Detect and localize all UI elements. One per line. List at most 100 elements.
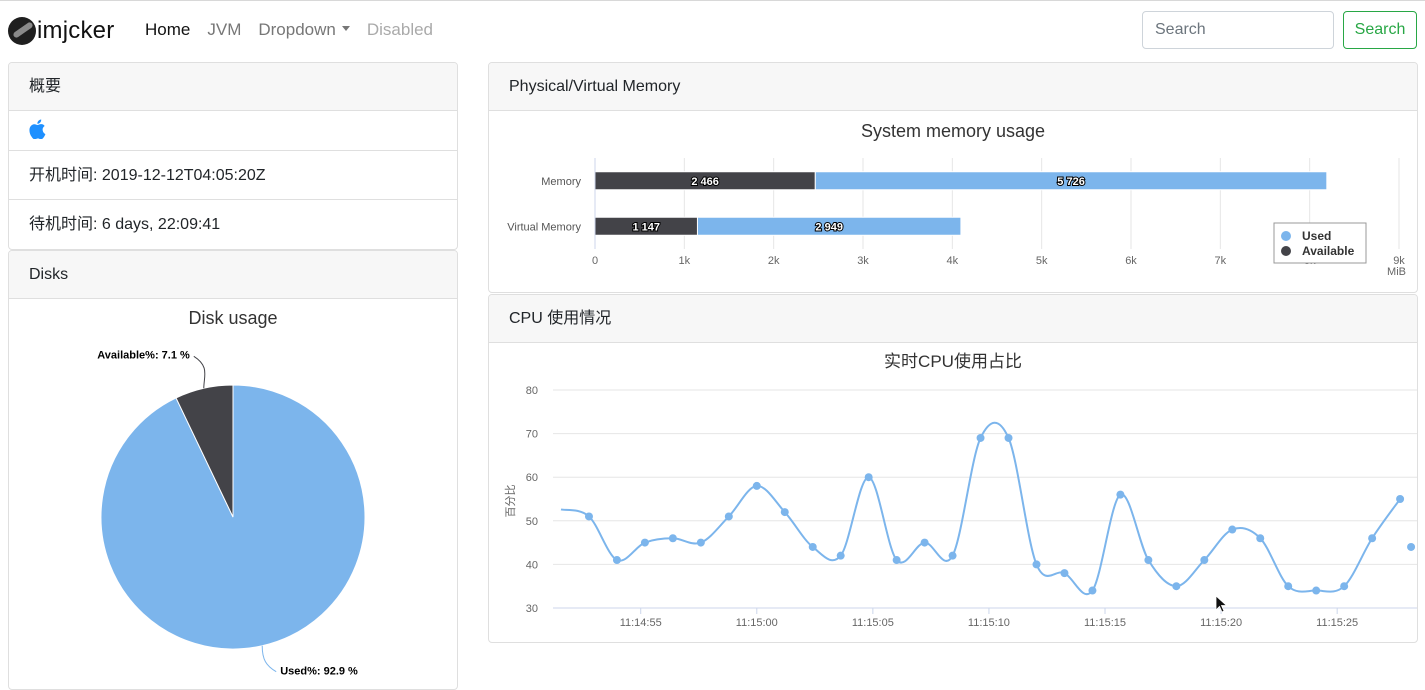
cpu-point[interactable] <box>1368 534 1377 543</box>
cpu-x-tick: 11:14:55 <box>620 617 662 629</box>
disks-card: Disks Disk usage Used%: 92.9 % Available%… <box>8 250 458 690</box>
pie-label-available: Available%: 7.1 % <box>97 349 190 361</box>
navbar: imjcker Home JVM Dropdown Disabled Searc… <box>0 1 1425 61</box>
pie-connector-used <box>261 645 277 673</box>
cpu-x-tick: 11:15:05 <box>852 617 894 629</box>
cpu-point[interactable] <box>668 534 677 543</box>
memory-x-tick: 6k <box>1125 255 1137 267</box>
memory-usage-chart: System memory usage 2 466 5 726 1 147 2 949… <box>507 121 1406 278</box>
cpu-y-axis-label: 百分比 <box>504 485 517 518</box>
disks-card-header: Disks <box>9 251 457 299</box>
mouse-cursor-icon <box>1215 595 1228 613</box>
search-input[interactable] <box>1142 11 1334 49</box>
memory-bar-value-label: 2 949 <box>815 221 843 233</box>
cpu-line <box>560 421 1401 595</box>
cpu-point[interactable] <box>1116 490 1125 499</box>
cpu-point[interactable] <box>1340 582 1349 591</box>
memory-x-tick: 0 <box>592 255 598 267</box>
cpu-point[interactable] <box>1228 525 1237 534</box>
cpu-point[interactable] <box>1200 556 1209 565</box>
disk-chart-title: Disk usage <box>188 308 277 328</box>
memory-bar-value-label: 2 466 <box>691 176 719 188</box>
cpu-y-tick: 40 <box>526 559 538 571</box>
cpu-card: CPU 使用情况 实时CPU使用占比 百分比 30 40 50 60 70 80 11:14… <box>488 294 1418 643</box>
cpu-point[interactable] <box>1088 586 1097 595</box>
cpu-point[interactable] <box>1172 582 1181 591</box>
pie-connector-available <box>193 355 206 389</box>
cpu-point[interactable] <box>612 556 621 565</box>
cpu-point[interactable] <box>1312 586 1321 595</box>
cpu-point[interactable] <box>1144 556 1153 565</box>
cpu-point[interactable] <box>836 551 845 560</box>
cpu-x-tick: 11:15:00 <box>736 617 778 629</box>
cpu-point[interactable] <box>808 542 817 551</box>
nav-item-jvm[interactable]: JVM <box>207 20 241 40</box>
cpu-chart-title: 实时CPU使用占比 <box>884 351 1022 371</box>
pie-label-used: Used%: 92.9 % <box>280 666 358 678</box>
memory-bar-value-label: 1 147 <box>632 221 660 233</box>
cpu-point[interactable] <box>948 551 957 560</box>
memory-x-tick: 7k <box>1215 255 1227 267</box>
legend-used-marker <box>1281 231 1291 241</box>
cpu-point[interactable] <box>1407 542 1416 551</box>
brand[interactable]: imjcker <box>8 15 114 47</box>
summary-card-header: 概要 <box>9 63 457 111</box>
memory-chart-title: System memory usage <box>861 121 1045 141</box>
cpu-usage-chart: 实时CPU使用占比 百分比 30 40 50 60 70 80 11:14:55 11:15:… <box>504 351 1417 629</box>
caret-down-icon <box>341 26 350 32</box>
memory-x-tick: 2k <box>768 255 780 267</box>
cpu-point[interactable] <box>1284 582 1293 591</box>
memory-x-tick: 4k <box>947 255 959 267</box>
disk-usage-chart: Disk usage Used%: 92.9 % Available%: 7.1 … <box>97 308 366 678</box>
memory-bars: 2 466 5 726 1 147 2 949 <box>594 171 1328 236</box>
legend-used-label[interactable]: Used <box>1302 229 1331 243</box>
cpu-point[interactable] <box>780 508 789 517</box>
cpu-point[interactable] <box>1032 560 1041 569</box>
cpu-grid <box>553 389 1417 609</box>
cpu-point[interactable] <box>920 538 929 547</box>
cpu-point[interactable] <box>1396 495 1405 503</box>
os-row <box>9 111 457 151</box>
cpu-point[interactable] <box>976 433 985 442</box>
legend-available-marker <box>1281 246 1291 256</box>
cpu-x-tick: 11:15:20 <box>1200 617 1242 629</box>
cpu-axis: 30 40 50 60 70 80 11:14:55 11:15:00 11:15:05 11:1… <box>526 385 1358 629</box>
nav-dropdown-label: Dropdown <box>258 20 336 39</box>
apple-icon <box>29 119 46 140</box>
cpu-point[interactable] <box>1004 433 1013 442</box>
memory-x-unit: MiB <box>1387 266 1406 278</box>
cpu-y-tick: 60 <box>526 472 538 484</box>
cpu-point[interactable] <box>864 473 873 482</box>
memory-card: Physical/Virtual Memory System memory us… <box>488 62 1418 293</box>
cpu-y-tick: 80 <box>526 385 538 397</box>
memory-category-label: Virtual Memory <box>507 221 581 233</box>
boot-time-row: 开机时间: 2019-12-12T04:05:20Z <box>9 151 457 200</box>
summary-card: 概要 开机时间: 2019-12-12T04:05:20Z 待机时间: 6 da… <box>8 62 458 250</box>
search-button[interactable]: Search <box>1343 11 1417 49</box>
cpu-point[interactable] <box>696 538 705 547</box>
cpu-x-tick: 11:15:10 <box>968 617 1010 629</box>
memory-x-tick: 5k <box>1036 255 1048 267</box>
cpu-card-header: CPU 使用情况 <box>489 295 1417 343</box>
brand-name: imjcker <box>37 17 115 44</box>
nav-item-home[interactable]: Home <box>145 20 190 40</box>
disk-pie: Used%: 92.9 % Available%: 7.1 % <box>97 349 366 678</box>
cpu-point[interactable] <box>1256 534 1265 543</box>
memory-bar-value-label: 5 726 <box>1057 176 1085 188</box>
cpu-point[interactable] <box>1060 569 1069 578</box>
cpu-point[interactable] <box>752 481 761 490</box>
uptime-row: 待机时间: 6 days, 22:09:41 <box>29 216 221 233</box>
memory-x-tick: 3k <box>857 255 869 267</box>
memory-category-label: Memory <box>541 176 581 188</box>
cpu-y-tick: 50 <box>526 516 538 528</box>
cpu-point[interactable] <box>892 556 901 565</box>
legend-available-label[interactable]: Available <box>1302 244 1355 258</box>
cpu-x-tick: 11:15:15 <box>1084 617 1126 629</box>
nav-item-dropdown[interactable]: Dropdown <box>258 20 350 40</box>
cpu-point[interactable] <box>640 538 649 547</box>
cpu-point[interactable] <box>584 512 593 521</box>
nav-item-disabled: Disabled <box>366 20 434 39</box>
memory-legend[interactable]: Used Available <box>1273 222 1367 264</box>
cpu-series <box>560 421 1416 595</box>
cpu-point[interactable] <box>724 512 733 521</box>
